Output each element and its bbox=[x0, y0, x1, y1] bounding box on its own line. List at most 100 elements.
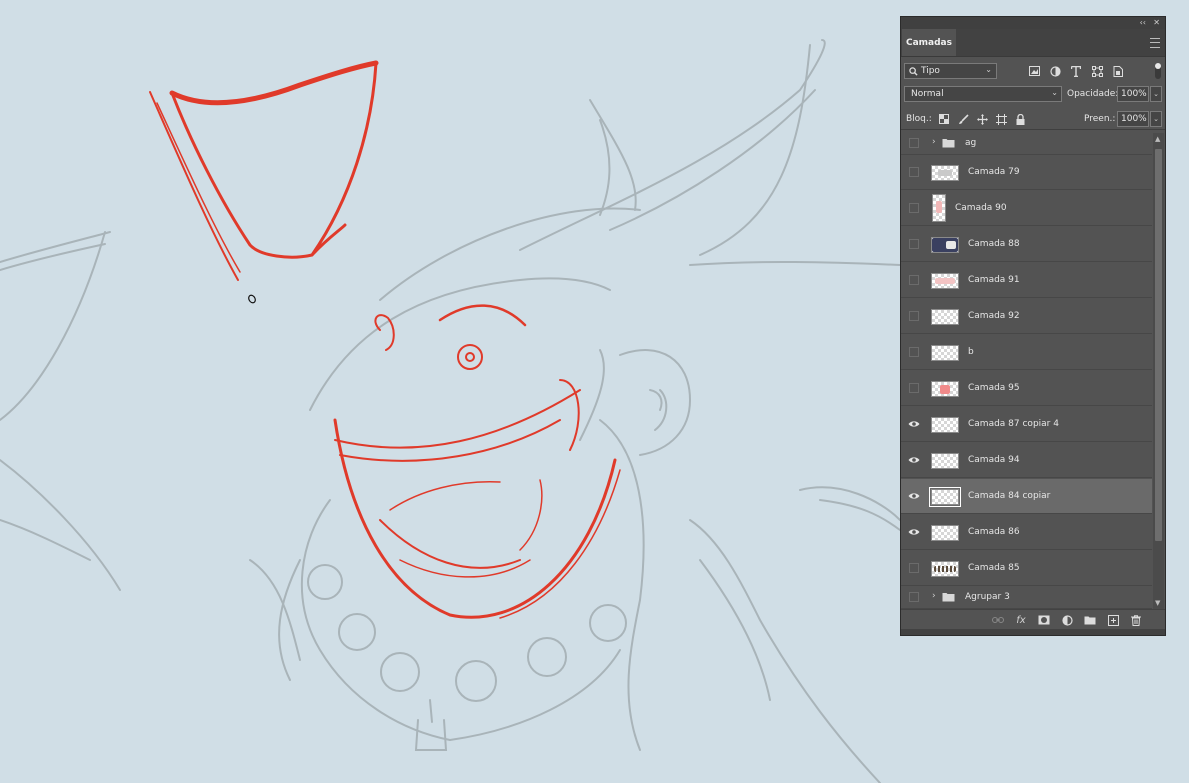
layer-thumbnail[interactable] bbox=[931, 165, 959, 181]
layer-name[interactable]: Camada 95 bbox=[968, 383, 1020, 393]
layer-name[interactable]: ag bbox=[965, 138, 976, 148]
eye-visibility-icon[interactable] bbox=[908, 527, 920, 537]
layer-style-fx-button[interactable]: fx bbox=[1014, 612, 1028, 628]
layer-row[interactable]: Camada 91 bbox=[901, 263, 1152, 298]
visibility-toggle[interactable] bbox=[909, 138, 919, 148]
layer-thumbnail[interactable] bbox=[931, 417, 959, 433]
layer-name[interactable]: Camada 79 bbox=[968, 167, 1020, 177]
layer-thumbnail[interactable] bbox=[931, 381, 959, 397]
close-panel-button[interactable]: ✕ bbox=[1153, 18, 1160, 27]
layer-name[interactable]: Camada 86 bbox=[968, 527, 1020, 537]
layer-thumbnail[interactable] bbox=[931, 525, 959, 541]
layer-thumbnail[interactable] bbox=[931, 273, 959, 289]
layer-thumbnail[interactable] bbox=[931, 453, 959, 469]
layer-row[interactable]: Camada 79 bbox=[901, 155, 1152, 190]
eye-visibility-icon[interactable] bbox=[908, 491, 920, 501]
new-adjustment-layer-icon[interactable] bbox=[1060, 612, 1074, 628]
opacity-input[interactable]: 100% bbox=[1117, 86, 1149, 102]
layer-name[interactable]: Camada 92 bbox=[968, 311, 1020, 321]
layer-row[interactable]: b bbox=[901, 335, 1152, 370]
layer-thumbnail[interactable] bbox=[931, 345, 959, 361]
collapse-panel-button[interactable]: ‹‹ bbox=[1140, 18, 1146, 27]
visibility-toggle[interactable] bbox=[909, 167, 919, 177]
layer-name[interactable]: Camada 84 copiar bbox=[968, 491, 1050, 501]
expand-chevron-icon[interactable]: › bbox=[932, 591, 936, 601]
layer-row[interactable]: Camada 87 copiar 4 bbox=[901, 407, 1152, 442]
lock-label: Bloq.: bbox=[906, 114, 932, 124]
visibility-toggle[interactable] bbox=[909, 275, 919, 285]
layer-row[interactable]: Camada 90 bbox=[901, 191, 1152, 226]
visibility-toggle[interactable] bbox=[909, 311, 919, 321]
shape-layer-filter-icon[interactable] bbox=[1090, 63, 1104, 79]
layer-name[interactable]: Camada 87 copiar 4 bbox=[968, 419, 1059, 429]
smart-object-filter-icon[interactable] bbox=[1111, 63, 1125, 79]
opacity-label: Opacidade: bbox=[1067, 89, 1119, 99]
layer-thumbnail[interactable] bbox=[931, 237, 959, 253]
type-layer-filter-icon[interactable] bbox=[1069, 63, 1083, 79]
layer-thumbnail[interactable] bbox=[929, 487, 961, 507]
layer-name[interactable]: Camada 94 bbox=[968, 455, 1020, 465]
layer-row[interactable]: Camada 94 bbox=[901, 443, 1152, 478]
visibility-toggle[interactable] bbox=[909, 383, 919, 393]
layer-thumbnail[interactable] bbox=[931, 561, 959, 577]
new-layer-icon[interactable] bbox=[1106, 612, 1120, 628]
fill-input[interactable]: 100% bbox=[1117, 111, 1149, 127]
lock-all-icon[interactable] bbox=[1013, 111, 1027, 127]
layer-row[interactable]: Camada 84 copiar bbox=[901, 479, 1152, 514]
layer-filter-row: Tipo ⌄ bbox=[901, 61, 1165, 83]
add-mask-icon[interactable] bbox=[1037, 612, 1051, 628]
chevron-down-icon: ⌄ bbox=[985, 65, 992, 74]
layer-group-row[interactable]: › ag bbox=[901, 133, 1152, 155]
layer-name[interactable]: Agrupar 3 bbox=[965, 592, 1010, 602]
delete-layer-trash-icon[interactable] bbox=[1129, 612, 1143, 628]
scroll-up-arrow-icon[interactable]: ▲ bbox=[1155, 135, 1160, 143]
opacity-dropdown-button[interactable]: ⌄ bbox=[1150, 86, 1162, 102]
layer-name[interactable]: Camada 85 bbox=[968, 563, 1020, 573]
chevron-down-icon: ⌄ bbox=[1051, 88, 1058, 97]
visibility-toggle[interactable] bbox=[909, 563, 919, 573]
panel-menu-icon[interactable] bbox=[1150, 38, 1160, 48]
layer-row[interactable]: Camada 92 bbox=[901, 299, 1152, 334]
fill-dropdown-button[interactable]: ⌄ bbox=[1150, 111, 1162, 127]
layer-list-scrollbar[interactable]: ▲ ▼ bbox=[1153, 133, 1164, 609]
pixel-layer-filter-icon[interactable] bbox=[1027, 63, 1041, 79]
layer-name[interactable]: Camada 90 bbox=[955, 203, 1007, 213]
scrollbar-thumb[interactable] bbox=[1155, 149, 1162, 541]
layer-name[interactable]: Camada 91 bbox=[968, 275, 1020, 285]
blend-mode-select[interactable]: Normal ⌄ bbox=[904, 86, 1062, 102]
sketch-layer-gray bbox=[0, 39, 901, 783]
lock-position-icon[interactable] bbox=[975, 111, 989, 127]
panel-footer: fx bbox=[901, 609, 1165, 630]
panel-bottom-bar bbox=[901, 629, 1165, 635]
visibility-toggle[interactable] bbox=[909, 592, 919, 602]
visibility-toggle[interactable] bbox=[909, 347, 919, 357]
ink-layer-red bbox=[149, 60, 621, 619]
layer-name[interactable]: Camada 88 bbox=[968, 239, 1020, 249]
tab-layers[interactable]: Camadas bbox=[902, 29, 956, 56]
layer-name[interactable]: b bbox=[968, 347, 974, 357]
layer-thumbnail[interactable] bbox=[932, 194, 946, 222]
filter-kind-select[interactable]: Tipo ⌄ bbox=[904, 63, 997, 79]
layer-row[interactable]: Camada 85 bbox=[901, 551, 1152, 586]
layer-row[interactable]: Camada 95 bbox=[901, 371, 1152, 406]
scroll-down-arrow-icon[interactable]: ▼ bbox=[1155, 599, 1160, 607]
layer-row[interactable]: Camada 88 bbox=[901, 227, 1152, 262]
layer-row[interactable]: Camada 86 bbox=[901, 515, 1152, 550]
visibility-toggle[interactable] bbox=[909, 239, 919, 249]
panel-titlebar[interactable]: ‹‹ ✕ bbox=[901, 17, 1165, 29]
layer-group-row[interactable]: › Agrupar 3 bbox=[901, 587, 1152, 609]
eye-visibility-icon[interactable] bbox=[908, 419, 920, 429]
expand-chevron-icon[interactable]: › bbox=[932, 137, 936, 147]
visibility-toggle[interactable] bbox=[909, 203, 919, 213]
lock-transparent-pixels-icon[interactable] bbox=[937, 111, 951, 127]
fill-value: 100% bbox=[1121, 114, 1147, 124]
new-group-folder-icon[interactable] bbox=[1083, 612, 1097, 628]
lock-artboard-icon[interactable] bbox=[994, 111, 1008, 127]
layer-thumbnail[interactable] bbox=[931, 309, 959, 325]
filter-toggle[interactable] bbox=[1155, 63, 1161, 79]
link-layers-icon[interactable] bbox=[991, 612, 1005, 628]
folder-icon bbox=[942, 593, 955, 602]
eye-visibility-icon[interactable] bbox=[908, 455, 920, 465]
adjustment-layer-filter-icon[interactable] bbox=[1048, 63, 1062, 79]
lock-image-pixels-icon[interactable] bbox=[956, 111, 970, 127]
